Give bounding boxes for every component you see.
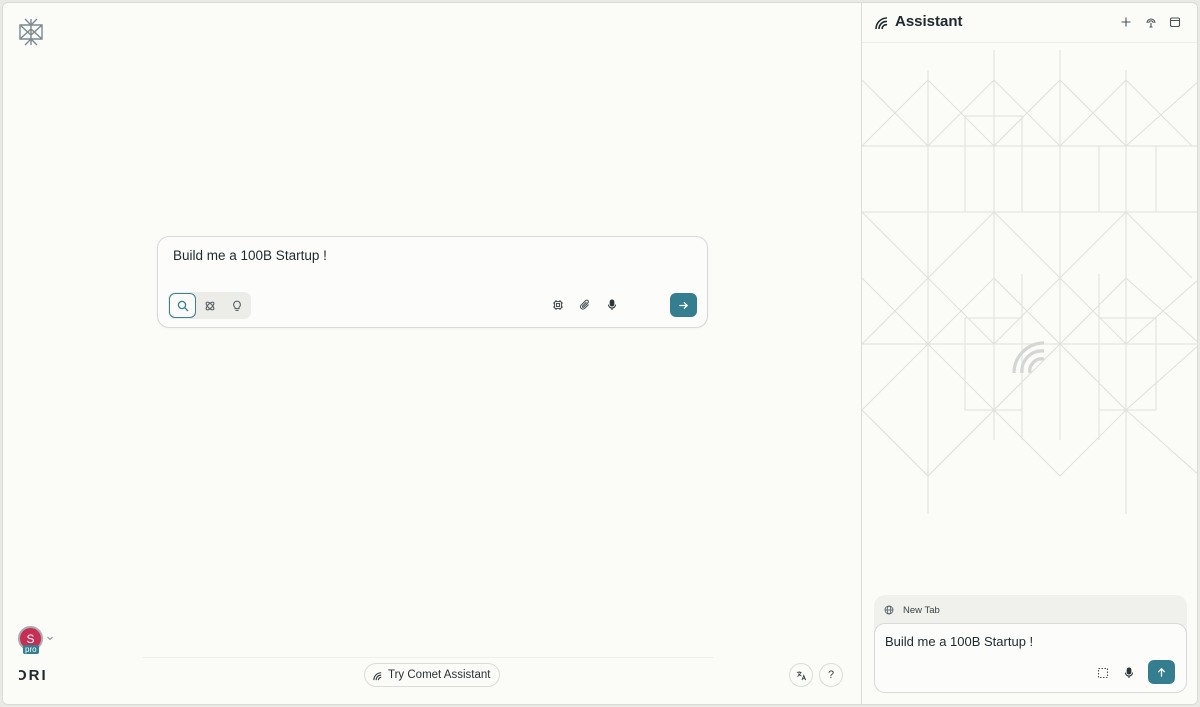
comet-watermark-icon xyxy=(1012,341,1045,374)
mode-research-button[interactable] xyxy=(196,293,223,318)
footer-divider xyxy=(143,657,713,658)
model-chip-icon xyxy=(553,300,563,310)
model-select-button[interactable] xyxy=(547,294,569,316)
mode-labs-button[interactable] xyxy=(223,293,250,318)
attach-button[interactable] xyxy=(574,294,596,316)
search-composer[interactable]: Build me a 100B Startup ! xyxy=(157,236,708,328)
broadcast-icon xyxy=(1146,18,1156,28)
lightbulb-icon xyxy=(232,300,241,311)
paperclip-icon xyxy=(580,299,589,310)
account-menu[interactable]: S pro xyxy=(18,626,58,656)
assistant-header: Assistant xyxy=(862,3,1197,43)
assistant-input-text[interactable]: Build me a 100B Startup ! xyxy=(885,634,1033,649)
broadcast-button[interactable] xyxy=(1143,14,1159,30)
assistant-tools xyxy=(1092,662,1140,684)
arrow-right-icon xyxy=(679,301,689,309)
composer-query-text[interactable]: Build me a 100B Startup ! xyxy=(173,248,327,263)
assistant-voice-button[interactable] xyxy=(1118,662,1140,684)
assistant-composer: New Tab Build me a 100B Startup ! xyxy=(874,595,1187,693)
microphone-icon xyxy=(1124,667,1134,678)
microphone-icon xyxy=(607,299,617,310)
comet-icon xyxy=(373,671,382,680)
research-atom-icon xyxy=(205,301,214,310)
translate-icon xyxy=(796,670,806,680)
assistant-title: Assistant xyxy=(895,13,963,30)
assistant-send-button[interactable] xyxy=(1148,660,1175,684)
submit-button[interactable] xyxy=(670,293,697,317)
browser-window: Build me a 100B Startup ! S pro ORI Try … xyxy=(2,2,1198,705)
pro-badge: pro xyxy=(23,645,39,654)
window-icon xyxy=(1169,17,1181,28)
assistant-input[interactable]: Build me a 100B Startup ! xyxy=(874,623,1187,693)
globe-icon xyxy=(884,605,894,615)
help-button[interactable]: ? xyxy=(819,663,843,687)
context-tab-chip[interactable]: New Tab xyxy=(884,603,940,617)
chevron-down-icon[interactable] xyxy=(46,634,54,642)
search-mode-toggle xyxy=(168,292,251,319)
select-area-button[interactable] xyxy=(1092,662,1114,684)
try-comet-assistant-button[interactable]: Try Comet Assistant xyxy=(364,663,501,687)
arrow-up-icon xyxy=(1157,667,1166,677)
composer-tools xyxy=(547,294,623,316)
main-pane: Build me a 100B Startup ! S pro ORI Try … xyxy=(3,3,861,704)
try-comet-label: Try Comet Assistant xyxy=(388,669,491,681)
comet-icon xyxy=(875,17,888,30)
detach-window-button[interactable] xyxy=(1167,14,1183,30)
perplexity-logo-icon[interactable] xyxy=(17,17,45,47)
background-pattern xyxy=(862,50,1197,514)
select-area-icon xyxy=(1097,667,1109,679)
search-icon xyxy=(177,300,188,311)
new-thread-button[interactable] xyxy=(1118,14,1134,30)
assistant-sidebar: Assistant New Tab Build me a 100B Startu… xyxy=(861,3,1197,704)
voice-input-button[interactable] xyxy=(601,294,623,316)
brand-wordmark: ORI xyxy=(15,667,48,684)
context-tab-label: New Tab xyxy=(903,604,940,616)
plus-icon xyxy=(1121,17,1131,27)
mode-search-button[interactable] xyxy=(169,293,196,318)
translate-button[interactable] xyxy=(789,663,813,687)
